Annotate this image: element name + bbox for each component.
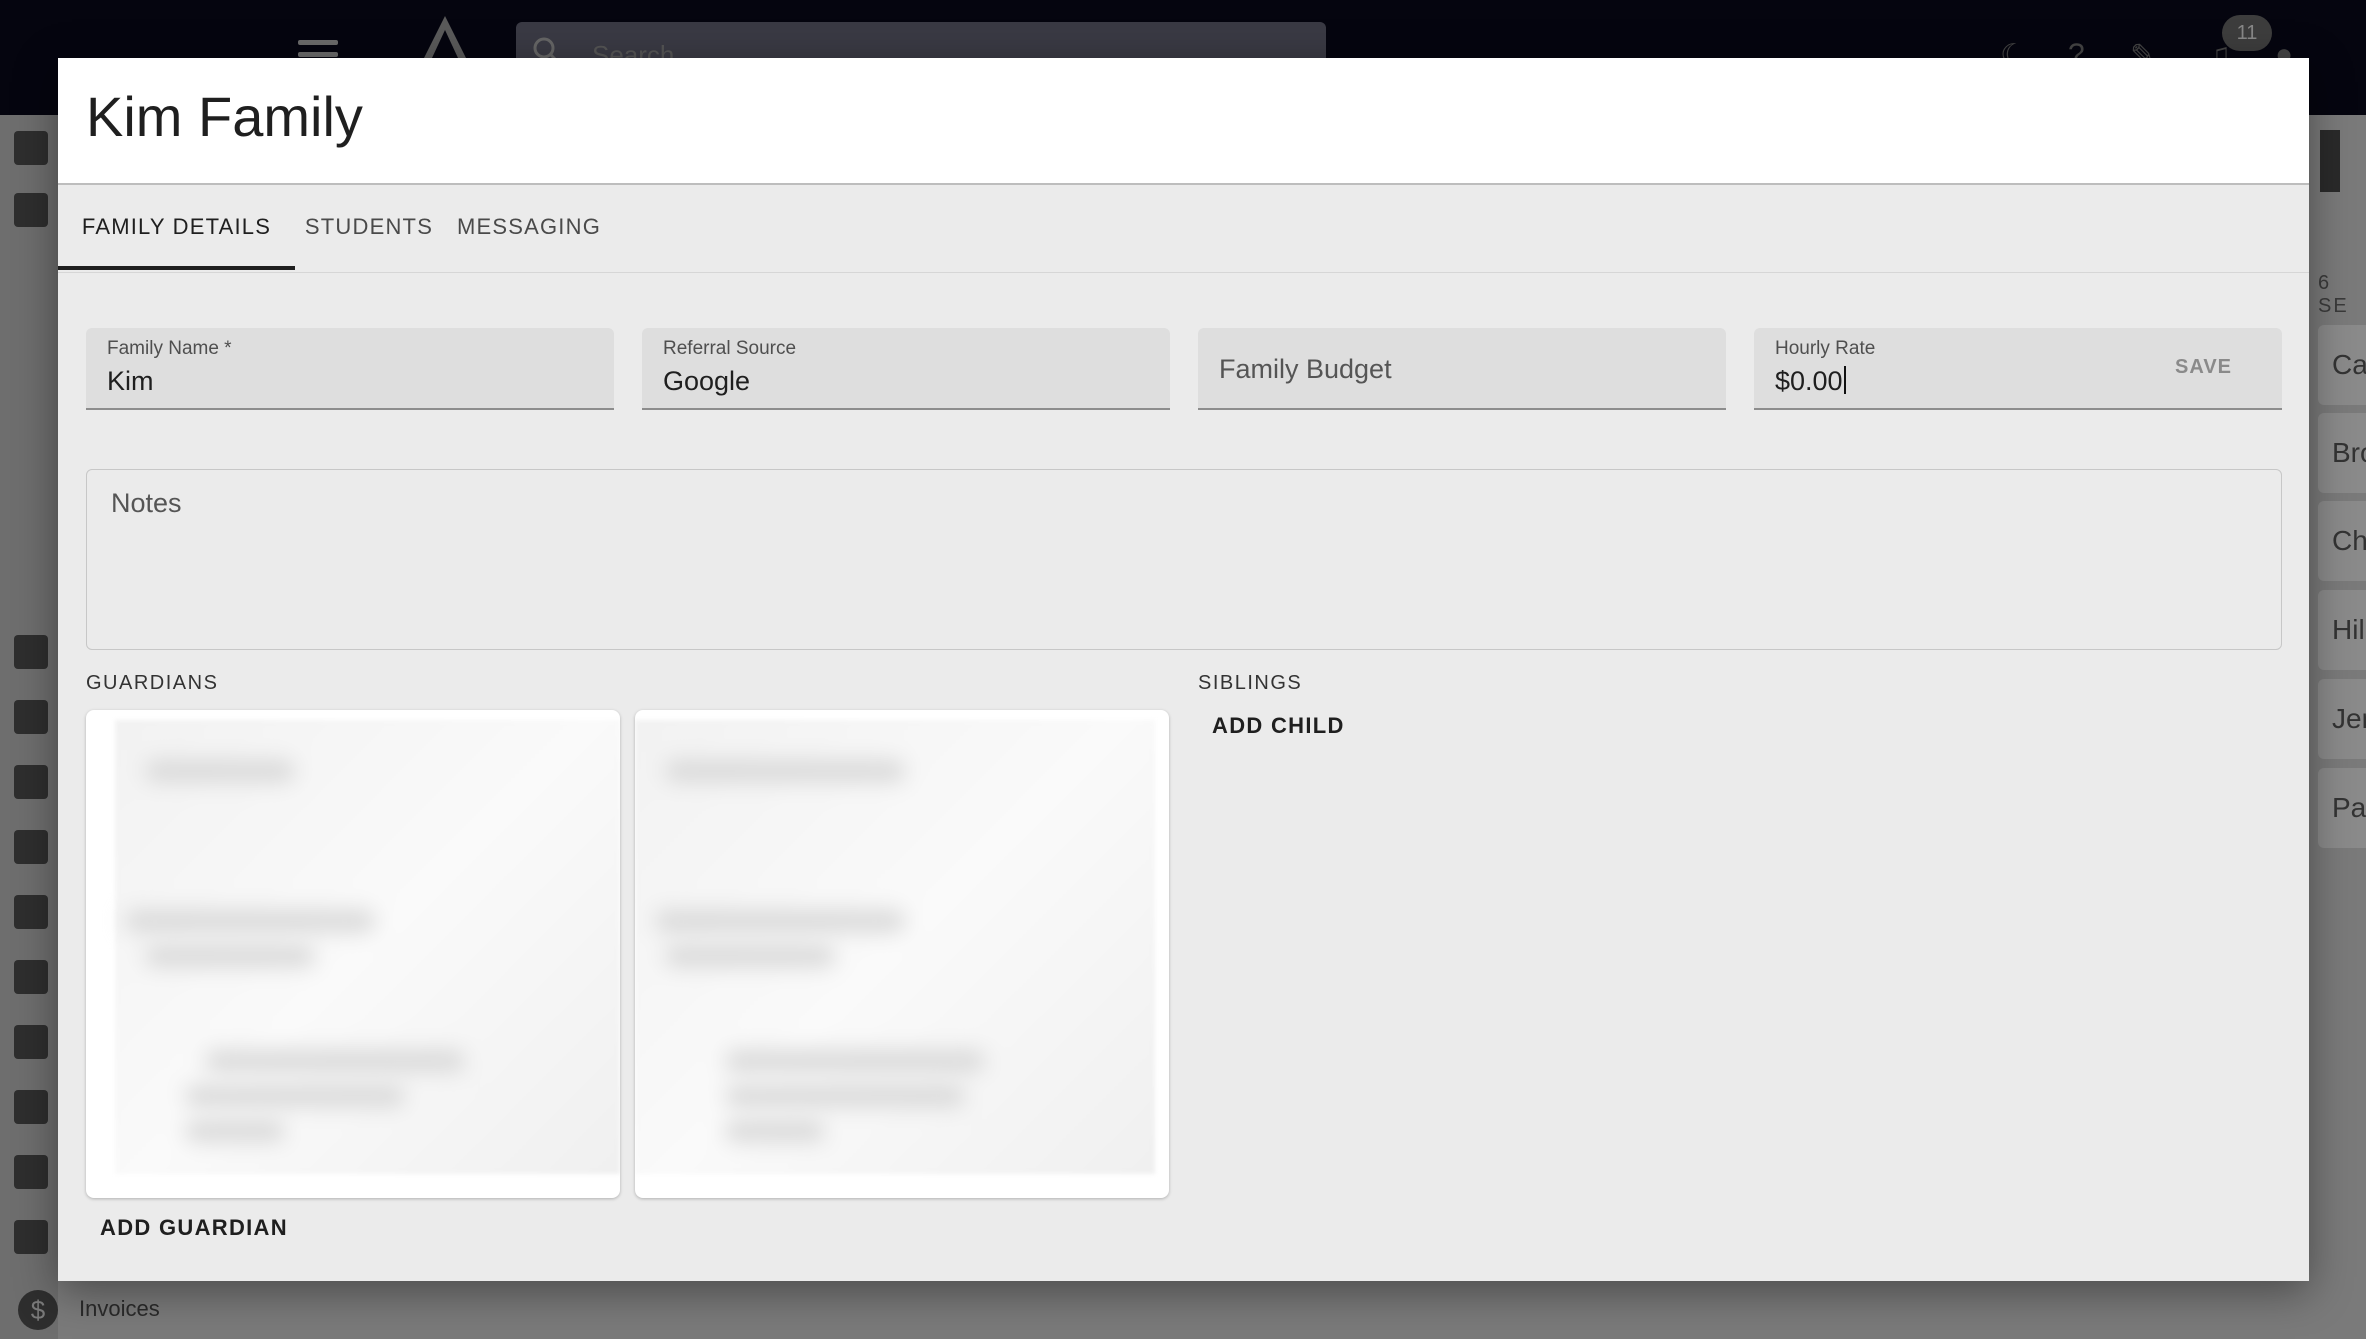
mail-icon[interactable] — [14, 1220, 48, 1254]
add-child-button[interactable]: ADD CHILD — [1212, 713, 1345, 739]
hourly-rate-input[interactable]: $0.00 — [1775, 366, 1846, 397]
family-name-label: Family Name * — [107, 338, 232, 359]
dialog-tabs: FAMILY DETAILS STUDENTS MESSAGING — [58, 185, 2309, 273]
save-hourly-rate-button[interactable]: SAVE — [2175, 356, 2232, 379]
checklist-icon[interactable] — [14, 830, 48, 864]
hourly-rate-field[interactable]: Hourly Rate $0.00 SAVE — [1754, 328, 2282, 410]
right-panel-card: Bro — [2318, 413, 2366, 493]
dialog-header: Kim Family — [58, 58, 2309, 185]
app-sidebar — [0, 115, 58, 1339]
referral-source-label: Referral Source — [663, 338, 797, 359]
document-icon[interactable] — [14, 1155, 48, 1189]
text-caret — [1843, 366, 1846, 394]
referral-source-field[interactable]: Referral Source Google — [642, 328, 1170, 410]
guardian-card[interactable] — [86, 710, 620, 1198]
blurred-guardian-info — [115, 720, 620, 1174]
layers-icon[interactable] — [14, 635, 48, 669]
family-budget-input[interactable]: Family Budget — [1219, 354, 1392, 385]
app-logo-icon — [424, 16, 466, 58]
merge-icon[interactable] — [14, 1025, 48, 1059]
right-panel-card: Pa — [2318, 768, 2366, 848]
right-panel-header: 6 SE — [2318, 272, 2349, 317]
right-panel-card: Ca — [2318, 325, 2366, 405]
notes-textarea[interactable]: Notes — [86, 469, 2282, 650]
right-panel-card: Ch — [2318, 501, 2366, 581]
add-guardian-button[interactable]: ADD GUARDIAN — [100, 1215, 288, 1241]
sidebar-item-invoices[interactable]: Invoices — [79, 1296, 160, 1322]
siblings-section-label: SIBLINGS — [1198, 672, 1303, 694]
dialog-title: Kim Family — [86, 85, 363, 148]
columns-icon[interactable] — [14, 700, 48, 734]
guardian-card[interactable] — [635, 710, 1169, 1198]
dollar-icon[interactable]: $ — [18, 1290, 58, 1330]
tab-messaging[interactable]: MESSAGING — [443, 185, 615, 270]
groups-icon[interactable] — [14, 765, 48, 799]
video-icon[interactable] — [14, 960, 48, 994]
family-name-field[interactable]: Family Name * Kim — [86, 328, 614, 410]
blurred-guardian-info — [635, 720, 1155, 1174]
tab-family-details[interactable]: FAMILY DETAILS — [58, 185, 295, 270]
tab-students[interactable]: STUDENTS — [295, 185, 443, 270]
guardians-section-label: GUARDIANS — [86, 672, 219, 694]
right-panel-card: Hil — [2318, 590, 2366, 670]
families-icon[interactable] — [14, 193, 48, 227]
family-name-input[interactable]: Kim — [107, 366, 154, 397]
referral-source-input[interactable]: Google — [663, 366, 750, 397]
notification-badge: 11 — [2222, 15, 2272, 51]
dashboard-icon[interactable] — [14, 131, 48, 165]
background-action-button — [2320, 130, 2340, 192]
hourly-rate-label: Hourly Rate — [1775, 338, 1876, 359]
family-budget-field[interactable]: Family Budget — [1198, 328, 1726, 410]
book-icon[interactable] — [14, 1090, 48, 1124]
right-panel-card: Jer — [2318, 679, 2366, 759]
notes-placeholder: Notes — [111, 488, 182, 518]
family-dialog: Kim Family FAMILY DETAILS STUDENTS MESSA… — [58, 58, 2309, 1281]
list-icon[interactable] — [14, 895, 48, 929]
